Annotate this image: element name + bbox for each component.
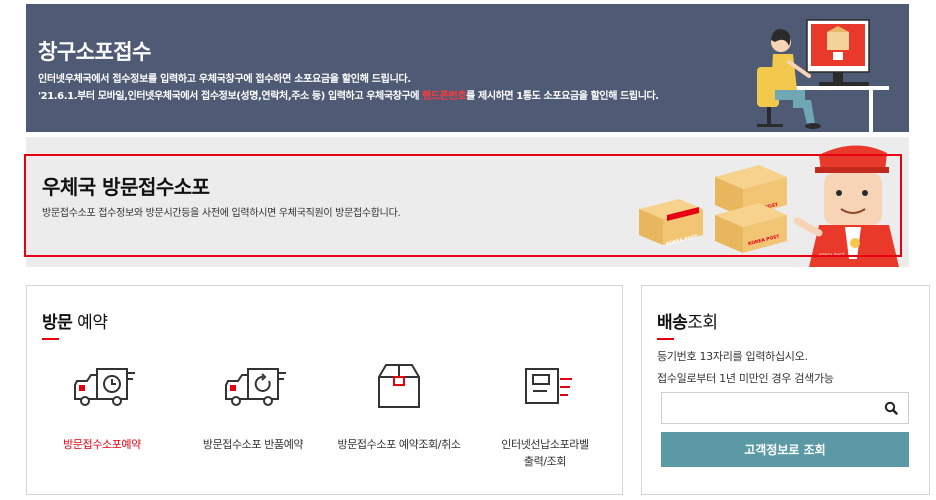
visit-reservation-heading: 방문 예약 [42,308,108,333]
service-label: 방문접수소포예약 [63,438,141,451]
parcel-box-icon [378,364,420,408]
counter-parcel-title: 창구소포접수 [38,40,151,64]
service-reservation-lookup[interactable]: 방문접수소포 예약조회/취소 [329,361,469,453]
counter-parcel-desc-1: 인터넷우체국에서 접수정보를 입력하고 우체국창구에 접수하면 소포요금을 할인… [38,74,411,85]
tracking-heading-bold: 배송 [657,313,688,333]
visit-heading-bold: 방문 [42,313,73,333]
service-label: 방문접수소포 예약조회/취소 [337,438,461,451]
tracking-search-box [661,392,909,424]
counter-parcel-banner: 창구소포접수 인터넷우체국에서 접수정보를 입력하고 우체국창구에 접수하면 소… [26,4,909,132]
delivery-tracking-card: 배송조회 등기번호 13자리를 입력하십시오. 접수일로부터 1년 미만인 경우… [641,285,930,495]
tracking-heading-light: 조회 [687,313,718,333]
heading-underline [657,338,674,340]
tracking-heading: 배송조회 [657,308,718,333]
service-label-line2: 출력/조회 [523,455,567,468]
counter-parcel-desc-2: '21.6.1.부터 모바일,인터넷우체국에서 접수정보(성명,연락처,주소 등… [38,87,659,102]
search-icon [884,401,898,415]
search-button[interactable] [874,393,908,423]
phone-number-highlight: 핸드폰번호 [422,91,467,102]
visit-banner-highlight-frame [24,154,902,257]
tracking-info-1: 등기번호 13자리를 입력하십시오. [657,350,808,363]
service-label: 인터넷선납소포라벨출력/조회 [475,436,615,470]
tracking-info-2: 접수일로부터 1년 미만인 경우 검색가능 [657,372,834,385]
tracking-number-input[interactable] [662,393,874,423]
counter-parcel-desc-2-post: 를 제시하면 1통도 소포요금을 할인해 드립니다. [466,91,659,102]
service-visit-reservation[interactable]: 방문접수소포예약 [32,361,172,453]
visit-reservation-card: 방문 예약 방문접수소포예약 방문접수소포 반품예약 방문접수소포 예약조회/취… [26,285,623,495]
label-print-icon [525,368,572,404]
service-return-reservation[interactable]: 방문접수소포 반품예약 [183,361,323,453]
service-label: 방문접수소포 반품예약 [202,438,304,451]
woman-at-computer-illustration [757,19,889,132]
heading-underline [42,338,59,340]
counter-parcel-desc-2-pre: '21.6.1.부터 모바일,인터넷우체국에서 접수정보(성명,연락처,주소 등… [38,91,423,102]
service-prepaid-label[interactable]: 인터넷선납소포라벨출력/조회 [475,361,615,470]
truck-return-icon [225,368,286,406]
visit-heading-light: 예약 [72,313,108,333]
service-label-line1: 인터넷선납소포라벨 [501,438,589,451]
truck-clock-icon [74,368,135,406]
customer-info-lookup-button[interactable]: 고객정보로 조회 [661,432,909,467]
